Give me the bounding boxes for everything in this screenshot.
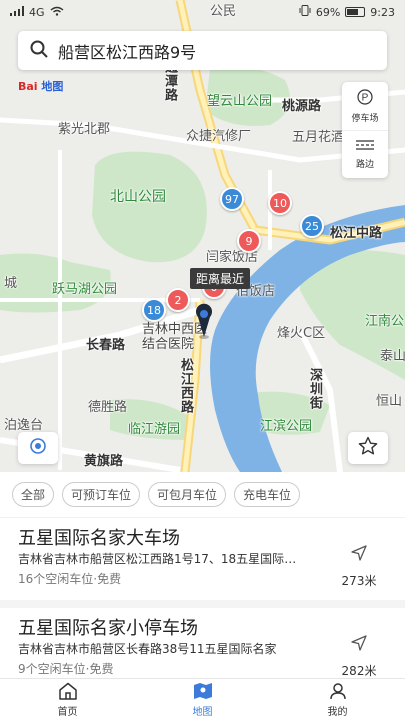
map-label-changchun-road: 长春路 <box>86 338 126 353</box>
app-root: 公民 城 北山公园 望云山公园 跃马湖公园 临江游园 江滨公园 江南公 桃源路 … <box>0 0 405 720</box>
logo-main: Bai <box>18 80 38 93</box>
battery-icon <box>345 7 366 17</box>
status-left: 4G <box>10 5 64 19</box>
map-label-shenzhen-st: 深圳街 <box>307 368 322 410</box>
parking-icon: P <box>357 88 373 108</box>
parking-lot-label: 停车场 <box>351 113 379 124</box>
roadside-label: 路边 <box>355 160 374 170</box>
filter-chip-all[interactable]: 全部 <box>12 482 55 507</box>
network-type: 4G <box>29 5 45 19</box>
logo-suffix: 地图 <box>41 80 64 93</box>
filter-chip-charging[interactable]: 充电车位 <box>234 482 301 507</box>
wifi-icon <box>50 6 64 19</box>
map-tool-panel: P 停车场 路边 <box>342 82 388 178</box>
search-input[interactable]: 船营区松江西路9号 <box>58 39 196 63</box>
status-bar: 4G 69% 9:23 <box>0 0 405 24</box>
parking-marker[interactable]: 97 <box>220 187 244 211</box>
parking-lot-item[interactable]: 五星国际名家大车场 吉林省吉林市船营区松江西路1号17、18五星国际名家 16个… <box>0 518 405 608</box>
roadside-icon <box>356 139 374 154</box>
lot-distance: 273米 <box>341 574 377 588</box>
lot-address: 吉林省吉林市船营区松江西路1号17、18五星国际名家 <box>18 552 308 566</box>
locate-button[interactable] <box>18 432 58 464</box>
parking-marker[interactable]: 2 <box>166 288 190 312</box>
map-label-wangyunshan-park: 望云山公园 <box>207 94 273 109</box>
parking-marker[interactable]: 9 <box>237 229 261 253</box>
navigate-button[interactable]: 273米 <box>339 544 379 589</box>
parking-marker[interactable]: 10 <box>268 191 292 215</box>
map-label-jiangnan-park: 江南公 <box>365 314 405 329</box>
map-label-taishan: 泰山 <box>380 349 405 364</box>
map-label-hengshan: 恒山 <box>376 394 403 409</box>
status-right: 69% 9:23 <box>299 5 395 19</box>
map-label-huangfu-road: 黄旗路 <box>84 454 124 469</box>
parking-marker[interactable]: 18 <box>142 298 166 322</box>
nav-map-label: 地图 <box>192 706 213 718</box>
favorite-button[interactable] <box>348 432 388 464</box>
nav-home[interactable]: 首页 <box>0 679 135 720</box>
bottom-nav: 首页 地图 我的 <box>0 678 405 720</box>
nav-mine[interactable]: 我的 <box>270 679 405 720</box>
lot-name: 五星国际名家小停车场 <box>18 618 198 639</box>
lot-address: 吉林省吉林市船营区长春路38号11五星国际名家 <box>18 642 277 656</box>
parking-lot-item[interactable]: 五星国际名家小停车场 吉林省吉林市船营区长春路38号11五星国际名家 9个空闲车… <box>0 608 405 678</box>
filter-chips: 全部 可预订车位 可包月车位 充电车位 <box>0 472 405 518</box>
map-label-boyi: 泊逸台 <box>4 418 44 433</box>
vibrate-icon <box>299 5 311 19</box>
filter-chip-reservable[interactable]: 可预订车位 <box>62 482 141 507</box>
lot-availability: 16个空闲车位·免费 <box>18 572 122 586</box>
map-view[interactable]: 公民 城 北山公园 望云山公园 跃马湖公园 临江游园 江滨公园 江南公 桃源路 … <box>0 0 405 472</box>
map-label-dezheng-road: 德胜路 <box>88 400 128 415</box>
nav-home-label: 首页 <box>57 706 78 718</box>
home-icon <box>58 682 78 703</box>
map-label-songjiang-west-road: 松江西路 <box>178 358 193 414</box>
search-icon <box>30 40 48 62</box>
map-label-yuema-lake-park: 跃马湖公园 <box>52 282 118 297</box>
filter-chip-monthly[interactable]: 可包月车位 <box>148 482 227 507</box>
nearest-tag: 距离最近 <box>190 268 251 289</box>
search-bar[interactable]: 船营区松江西路9号 <box>18 31 387 70</box>
lot-distance: 282米 <box>341 664 377 678</box>
map-label-beishan-park: 北山公园 <box>110 189 166 205</box>
map-icon <box>193 682 213 703</box>
map-label-ziguang: 紫光北郡 <box>58 122 111 137</box>
nav-map[interactable]: 地图 <box>135 679 270 720</box>
svg-text:P: P <box>362 92 369 103</box>
battery-percent: 69% <box>315 5 341 19</box>
parking-lot-list: 五星国际名家大车场 吉林省吉林市船营区松江西路1号17、18五星国际名家 16个… <box>0 518 405 678</box>
navigate-button[interactable]: 282米 <box>339 634 379 678</box>
nav-mine-label: 我的 <box>327 706 348 718</box>
map-label-linjiang-park: 临江游园 <box>128 422 181 437</box>
map-label-wuyuehua: 五月花酒 <box>292 130 345 145</box>
user-icon <box>329 682 347 703</box>
lot-availability: 9个空闲车位·免费 <box>18 662 114 676</box>
parking-marker[interactable]: 25 <box>300 214 324 238</box>
parking-lot-layer-button[interactable]: P 停车场 <box>342 82 388 130</box>
map-label-jiangbin-park: 江滨公园 <box>260 419 313 434</box>
map-label-city: 城 <box>4 276 18 291</box>
locate-icon <box>29 437 47 459</box>
map-label-taoyuan-road: 桃源路 <box>282 99 322 114</box>
baidu-map-logo: Bai 地图 <box>18 78 63 94</box>
navigate-arrow-icon <box>350 634 368 656</box>
map-label-songjiang-middle-road: 松江中路 <box>330 226 383 241</box>
star-icon <box>358 436 378 460</box>
clock: 9:23 <box>370 5 395 19</box>
navigate-arrow-icon <box>350 544 368 566</box>
signal-icon <box>10 5 24 19</box>
roadside-layer-button[interactable]: 路边 <box>342 130 388 178</box>
lot-name: 五星国际名家大车场 <box>18 528 180 549</box>
map-label-fenghuo: 烽火C区 <box>277 326 326 341</box>
map-label-zhongjie: 众捷汽修厂 <box>186 129 252 144</box>
